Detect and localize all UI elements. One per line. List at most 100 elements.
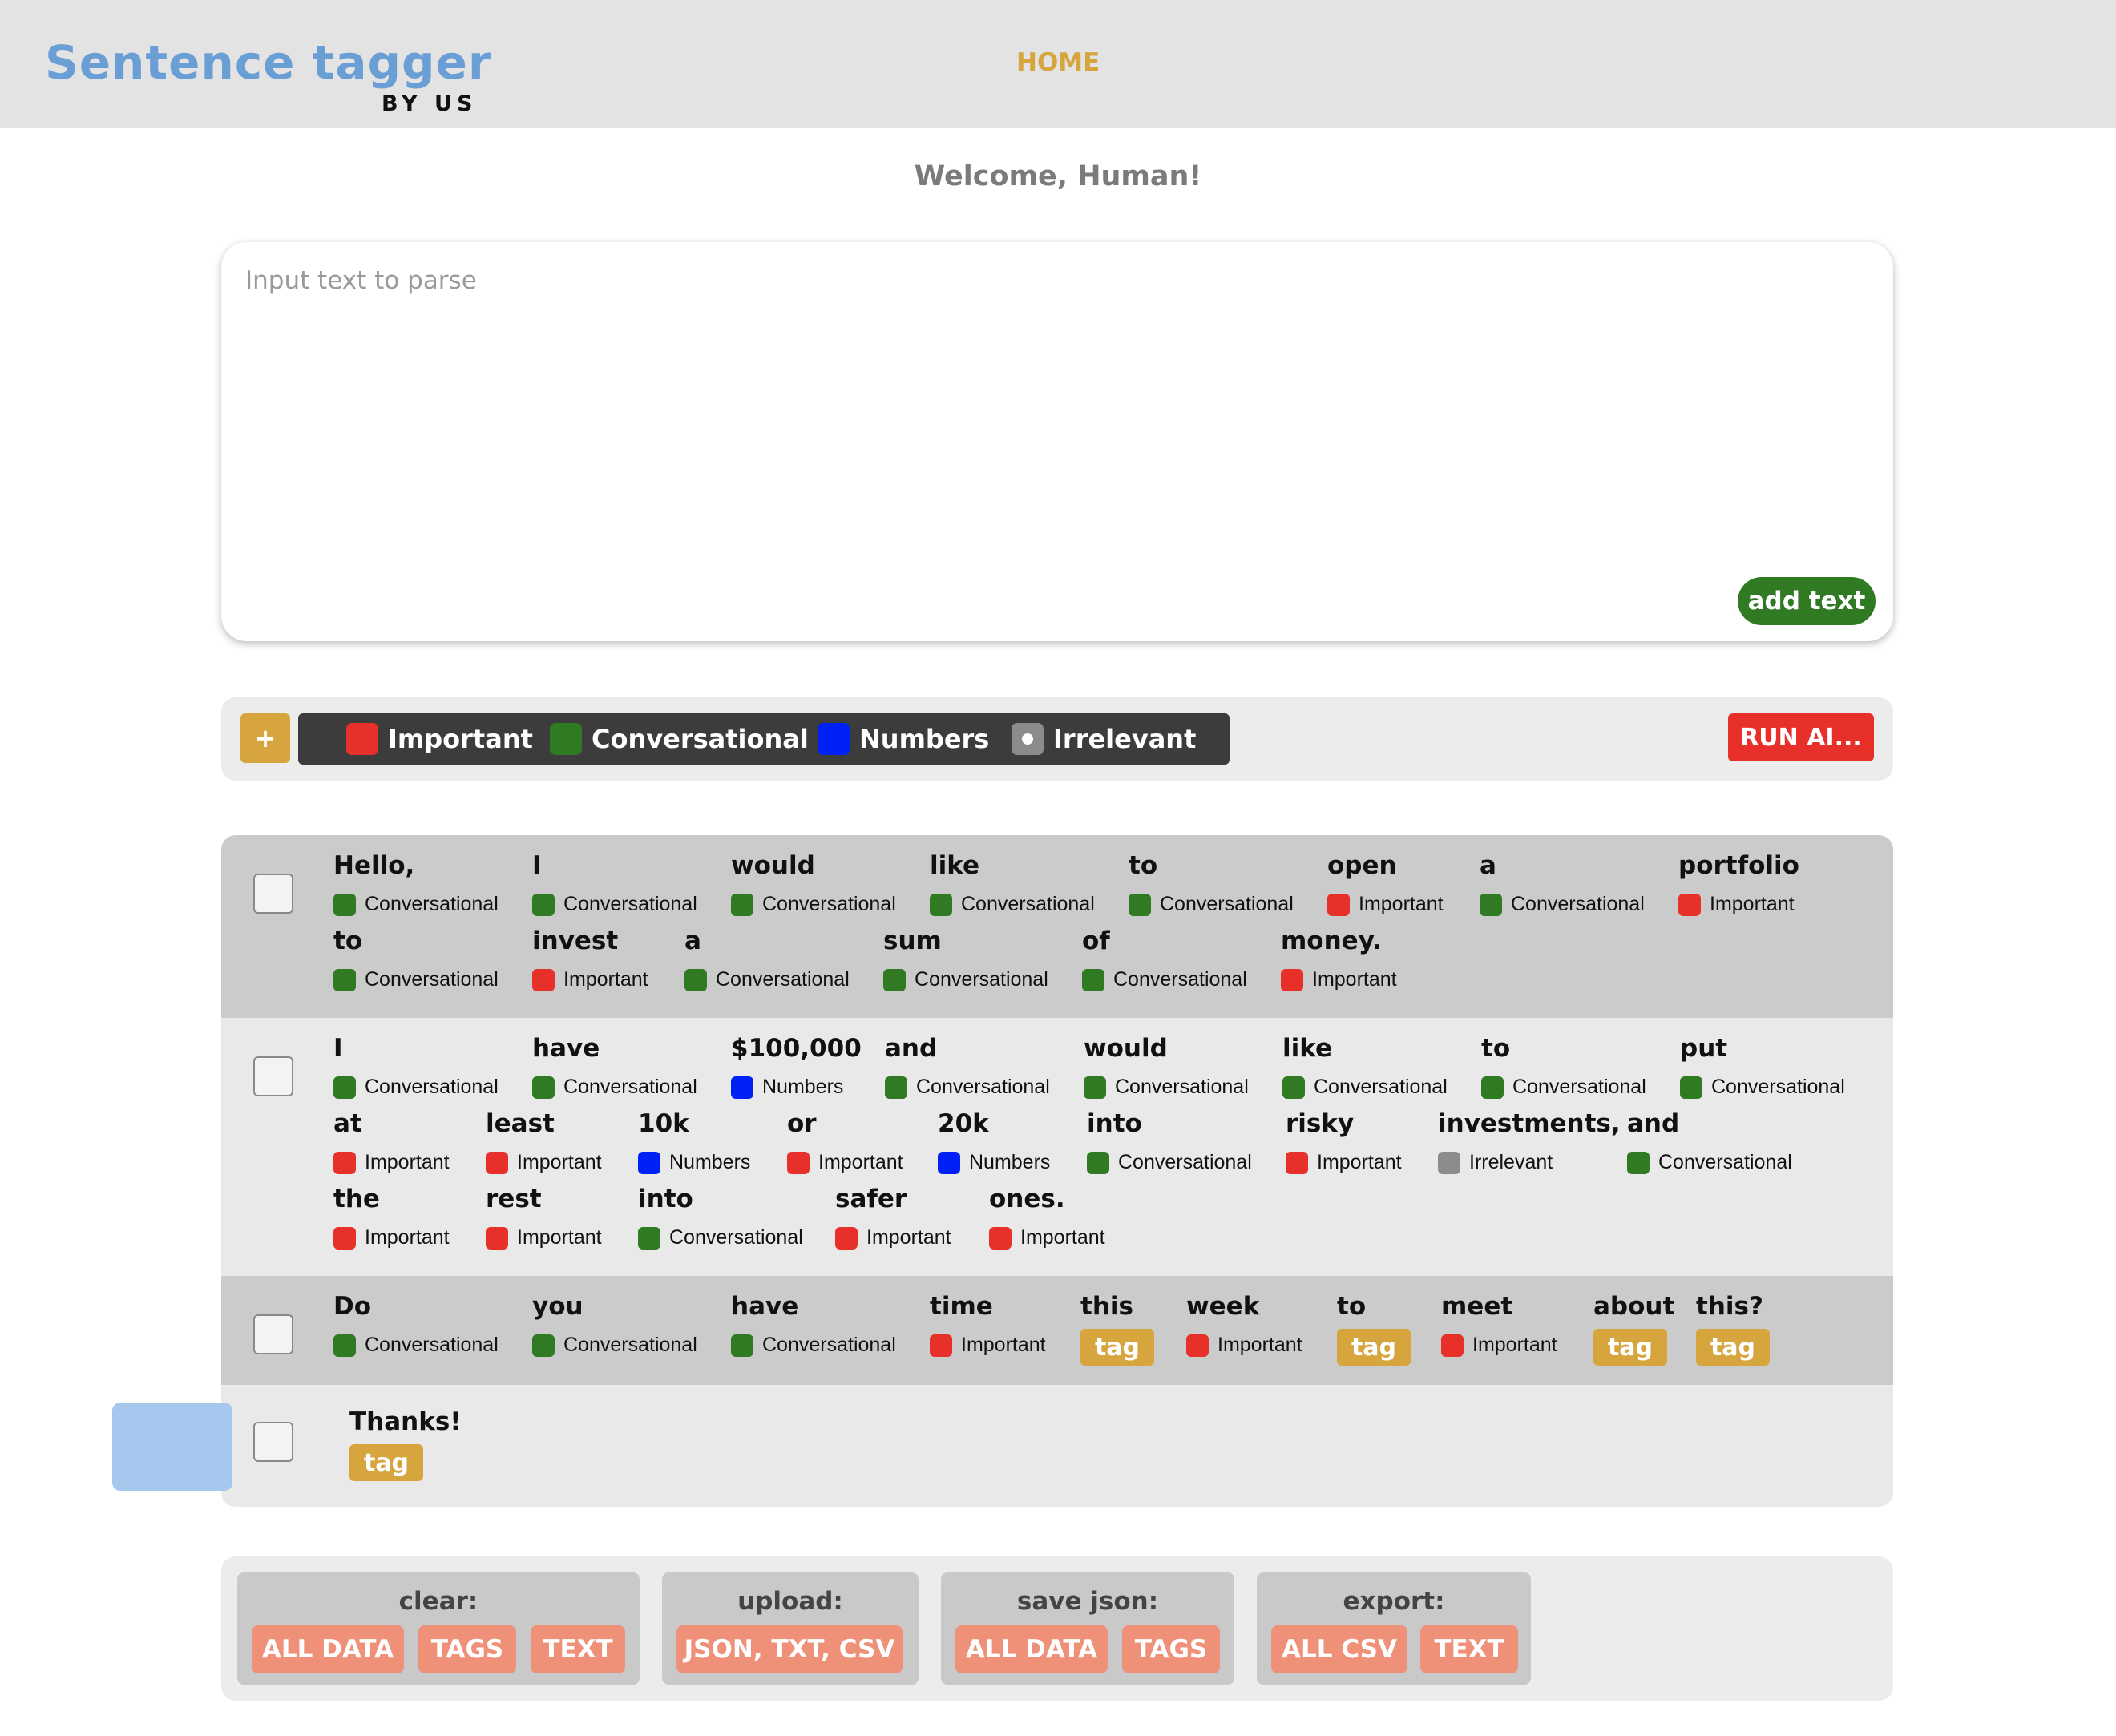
save-all-data-button[interactable]: ALL DATA [955, 1625, 1108, 1673]
token-tag[interactable]: Important [930, 1334, 1046, 1357]
token-tag[interactable]: Important [787, 1151, 903, 1174]
token-tag[interactable]: Conversational [930, 893, 1095, 916]
token-word[interactable]: like [1282, 1034, 1332, 1063]
token-tag[interactable]: Important [989, 1226, 1105, 1250]
token-word[interactable]: rest [486, 1185, 542, 1213]
token-word[interactable]: open [1327, 851, 1397, 880]
token-word[interactable]: to [333, 927, 362, 955]
tag-button[interactable]: tag [1337, 1329, 1411, 1366]
token-tag[interactable]: Conversational [532, 1334, 697, 1357]
token-tag[interactable]: Conversational [731, 1334, 896, 1357]
export-text-button[interactable]: TEXT [1420, 1625, 1518, 1673]
token-word[interactable]: 10k [638, 1109, 689, 1138]
token-tag[interactable]: Conversational [883, 968, 1048, 991]
legend-item-important[interactable]: Important [346, 713, 533, 765]
tag-button[interactable]: tag [1080, 1329, 1154, 1366]
token-tag[interactable]: Conversational [638, 1226, 803, 1250]
token-word[interactable]: and [1627, 1109, 1679, 1138]
clear-text-button[interactable]: TEXT [531, 1625, 625, 1673]
token-tag[interactable]: Conversational [1084, 1076, 1249, 1099]
token-word[interactable]: to [1337, 1292, 1366, 1321]
token-tag[interactable]: Conversational [885, 1076, 1050, 1099]
token-tag[interactable]: Important [486, 1151, 602, 1174]
token-tag[interactable]: Important [1678, 893, 1795, 916]
token-word[interactable]: time [930, 1292, 993, 1321]
token-word[interactable]: a [1480, 851, 1496, 880]
token-word[interactable]: risky [1286, 1109, 1354, 1138]
token-word[interactable]: at [333, 1109, 362, 1138]
nav-home-link[interactable]: HOME [1016, 48, 1100, 77]
sentence-checkbox[interactable] [253, 874, 293, 914]
sentence-checkbox[interactable] [253, 1422, 293, 1462]
token-word[interactable]: or [787, 1109, 817, 1138]
token-word[interactable]: have [731, 1292, 798, 1321]
legend-item-conversational[interactable]: Conversational [550, 713, 809, 765]
sentence-checkbox[interactable] [253, 1056, 293, 1096]
token-tag[interactable]: Important [835, 1226, 951, 1250]
add-text-button[interactable]: add text [1738, 577, 1876, 625]
sentence-checkbox[interactable] [253, 1314, 293, 1354]
token-word[interactable]: would [1084, 1034, 1168, 1063]
token-word[interactable]: this [1080, 1292, 1133, 1321]
token-word[interactable]: I [532, 851, 542, 880]
token-tag[interactable]: Conversational [1627, 1151, 1792, 1174]
token-tag[interactable]: Conversational [333, 968, 499, 991]
tag-button[interactable]: tag [349, 1444, 423, 1481]
token-tag[interactable]: Important [1327, 893, 1444, 916]
token-tag[interactable]: Important [486, 1226, 602, 1250]
token-tag[interactable]: Important [532, 968, 648, 991]
token-word[interactable]: put [1680, 1034, 1727, 1063]
legend-item-numbers[interactable]: Numbers [818, 713, 989, 765]
token-tag[interactable]: Conversational [1282, 1076, 1448, 1099]
tag-button[interactable]: tag [1593, 1329, 1667, 1366]
token-word[interactable]: investments, [1438, 1109, 1621, 1138]
token-word[interactable]: into [1087, 1109, 1142, 1138]
token-word[interactable]: of [1082, 927, 1110, 955]
token-word[interactable]: sum [883, 927, 942, 955]
clear-all-data-button[interactable]: ALL DATA [252, 1625, 404, 1673]
token-word[interactable]: 20k [938, 1109, 989, 1138]
token-tag[interactable]: Numbers [938, 1151, 1050, 1174]
export-all-csv-button[interactable]: ALL CSV [1271, 1625, 1407, 1673]
token-tag[interactable]: Conversational [333, 1334, 499, 1357]
token-tag[interactable]: Conversational [333, 1076, 499, 1099]
token-word[interactable]: Thanks! [349, 1407, 461, 1436]
token-tag[interactable]: Important [333, 1151, 450, 1174]
token-word[interactable]: invest [532, 927, 618, 955]
token-word[interactable]: have [532, 1034, 600, 1063]
token-word[interactable]: into [638, 1185, 693, 1213]
token-tag[interactable]: Important [1286, 1151, 1402, 1174]
token-word[interactable]: portfolio [1678, 851, 1799, 880]
token-tag[interactable]: Conversational [1129, 893, 1294, 916]
token-tag[interactable]: Important [1186, 1334, 1302, 1357]
token-tag[interactable]: Conversational [1481, 1076, 1646, 1099]
token-tag[interactable]: Conversational [1082, 968, 1247, 991]
token-word[interactable]: to [1129, 851, 1157, 880]
token-word[interactable]: I [333, 1034, 343, 1063]
token-word[interactable]: money. [1281, 927, 1382, 955]
token-word[interactable]: would [731, 851, 815, 880]
token-word[interactable]: least [486, 1109, 555, 1138]
token-word[interactable]: ones. [989, 1185, 1065, 1213]
token-tag[interactable]: Numbers [638, 1151, 750, 1174]
token-tag[interactable]: Conversational [532, 893, 697, 916]
token-tag[interactable]: Irrelevant [1438, 1151, 1553, 1174]
token-word[interactable]: about [1593, 1292, 1674, 1321]
token-tag[interactable]: Important [1441, 1334, 1557, 1357]
token-word[interactable]: $100,000 [731, 1034, 862, 1063]
legend-item-irrelevant[interactable]: Irrelevant [1012, 713, 1196, 765]
token-word[interactable]: a [684, 927, 701, 955]
token-tag[interactable]: Conversational [1087, 1151, 1252, 1174]
token-word[interactable]: the [333, 1185, 380, 1213]
tag-button[interactable]: tag [1696, 1329, 1770, 1366]
token-word[interactable]: Hello, [333, 851, 414, 880]
add-tag-button[interactable]: + [240, 713, 290, 763]
token-tag[interactable]: Conversational [684, 968, 850, 991]
token-tag[interactable]: Conversational [731, 893, 896, 916]
token-word[interactable]: week [1186, 1292, 1259, 1321]
save-tags-button[interactable]: TAGS [1122, 1625, 1220, 1673]
token-tag[interactable]: Important [333, 1226, 450, 1250]
token-word[interactable]: safer [835, 1185, 907, 1213]
token-word[interactable]: you [532, 1292, 584, 1321]
upload-json-txt-csv-button[interactable]: JSON, TXT, CSV [676, 1625, 903, 1673]
